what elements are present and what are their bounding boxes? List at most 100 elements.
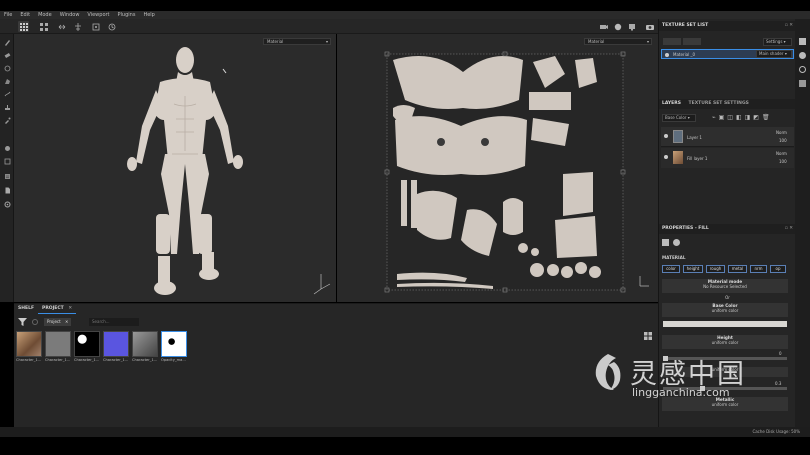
or-label: Or [725,295,730,300]
polygon-fill-icon[interactable] [3,77,11,85]
filter-icon[interactable] [18,318,27,326]
panel-actions-icon[interactable]: ▫ ✕ [785,224,793,234]
display-icon[interactable] [3,157,11,165]
paint-brush-icon[interactable] [3,38,11,46]
base-color-box[interactable]: Base Color uniform color [662,303,788,317]
symmetry-icon[interactable] [56,21,67,32]
shader-select[interactable]: Main shader ▾ [756,50,792,58]
tab-shelf[interactable]: SHELF [14,304,38,314]
resource-thumb[interactable]: Character_1... [132,331,158,362]
panel-actions-icon[interactable]: ▫ ✕ [785,21,793,31]
thumb-image [161,331,187,357]
menu-window[interactable]: Window [60,12,80,18]
shelf-panel: SHELF PROJECT ✕ Project ✕ Search... Char… [14,303,658,427]
thumbnail-grid-icon[interactable] [644,332,652,340]
menu-plugins[interactable]: Plugins [118,12,136,18]
layer-blend-mode[interactable]: Norm [776,130,787,135]
toggle-dot-icon[interactable] [32,319,38,325]
watermark-url-text: lingganchina.com [632,386,730,399]
menu-file[interactable]: File [4,12,12,18]
menu-bar: File Edit Mode Window Viewport Plugins H… [0,11,810,19]
history-icon[interactable] [106,21,117,32]
layer-row[interactable]: Layer 1 Norm 100 [661,127,794,147]
viewport-2d-uv[interactable]: Material ▾ [337,34,658,302]
tab-project[interactable]: PROJECT ✕ [38,304,77,314]
layer-channel-select[interactable]: Base Color ▾ [662,114,696,122]
project-filter-chip[interactable]: Project ✕ [44,318,72,326]
screenshot-camera-icon[interactable] [644,21,655,32]
material-tab-icon[interactable] [673,239,680,246]
projection-icon[interactable] [3,64,11,72]
layer-visibility-icon[interactable] [664,134,668,138]
tsl-button-b[interactable] [683,38,701,45]
uv-grid-icon[interactable] [38,21,49,32]
menu-viewport[interactable]: Viewport [87,12,109,18]
display-settings-icon[interactable] [626,21,637,32]
grid-view-icon[interactable] [18,21,29,32]
clone-stamp-icon[interactable] [3,103,11,111]
eraser-icon[interactable] [3,51,11,59]
layer-toolbar-icons[interactable]: ⌁▣◫◧◨◩🗑 [712,114,773,121]
history-panel-icon[interactable] [799,66,806,73]
tsl-button-a[interactable] [663,38,681,45]
settings-gear-icon[interactable] [3,200,11,208]
document-icon[interactable] [3,186,11,194]
cache-usage: Cache Disk Usage: 50% [752,429,800,434]
visibility-eye-icon[interactable] [665,53,669,57]
layer-row[interactable]: Fill layer 1 Norm 100 [661,148,794,168]
menu-mode[interactable]: Mode [38,12,52,18]
resource-thumb[interactable]: Opacity_ma... [161,331,187,362]
resource-thumbnails: Character_1... Character_1... Character_… [16,331,187,362]
axis-gizmo-2d [639,276,649,287]
layer-blend-mode[interactable]: Norm [776,151,787,156]
environment-icon[interactable] [612,21,623,32]
resource-thumb[interactable]: Character_1... [74,331,100,362]
shader-icon[interactable] [799,52,806,59]
right-icon-strip [795,19,810,427]
tab-layers[interactable]: LAYERS [662,101,681,106]
properties-header: PROPERTIES - FILL ▫ ✕ [659,224,796,234]
watermark-logo-icon [595,354,621,390]
watermark: 灵感中国 lingganchina.com [582,346,792,406]
thumb-image [45,331,71,357]
display-panel-icon[interactable] [799,80,806,87]
resource-thumb[interactable]: Character_1... [45,331,71,362]
frame-icon[interactable] [90,21,101,32]
chip-close-icon[interactable]: ✕ [65,319,68,324]
tab-texture-set-settings[interactable]: TEXTURE SET SETTINGS [689,101,749,106]
channel-height-button[interactable]: height [683,265,703,273]
color-picker-icon[interactable] [3,116,11,124]
channel-color-button[interactable]: color [662,265,680,273]
base-color-swatch[interactable] [663,321,787,327]
status-bar: Cache Disk Usage: 50% [0,427,810,437]
material-mode-box[interactable]: Material mode No Resource Selected [662,279,788,293]
tsl-settings-select[interactable]: Settings ▾ [763,38,792,46]
resource-thumb[interactable]: Character_1... [103,331,129,362]
camera-mode-icon[interactable] [598,21,609,32]
align-icon[interactable] [72,21,83,32]
uv-texture-map [384,51,649,293]
tool-sidebar [0,34,14,302]
channel-nrm-button[interactable]: nrm [750,265,767,273]
texture-set-icon[interactable] [799,38,806,45]
menu-edit[interactable]: Edit [20,12,30,18]
texture-set-item[interactable]: Material _0 Main shader ▾ [661,49,794,59]
menu-help[interactable]: Help [143,12,154,18]
layer-visibility-icon[interactable] [664,155,668,159]
mouse-cursor [222,68,227,74]
shelf-search-input[interactable]: Search... [89,318,139,326]
layer-opacity[interactable]: 100 [779,159,787,164]
close-icon[interactable]: ✕ [68,306,72,311]
fill-tab-icon[interactable] [662,239,669,246]
material-section-label: MATERIAL [662,255,686,260]
smudge-icon[interactable] [3,90,11,98]
bake-icon[interactable] [3,144,11,152]
channel-op-button[interactable]: op [770,265,786,273]
resource-thumb[interactable]: Character_1... [16,331,42,362]
channel-metal-button[interactable]: metal [728,265,747,273]
layer-opacity[interactable]: 100 [779,138,787,143]
viewport-3d[interactable]: Material ▾ [14,34,336,302]
log-icon[interactable] [3,172,11,180]
channel-rough-button[interactable]: rough [706,265,725,273]
main-toolbar [0,19,658,34]
